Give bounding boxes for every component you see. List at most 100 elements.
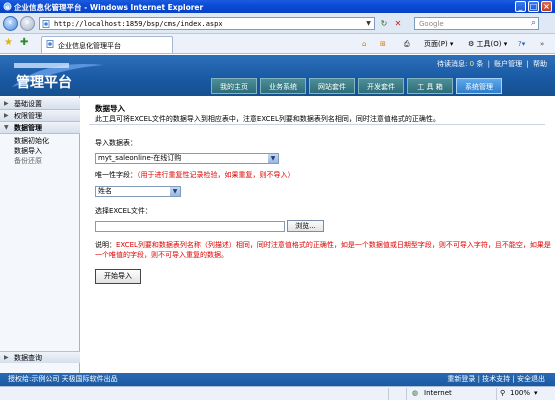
sidebar-section-basic[interactable]: ▶ 基础设置 <box>0 98 80 110</box>
home-icon[interactable]: ⌂ <box>362 38 366 50</box>
page-menu[interactable]: 页面(P) ▾ <box>424 38 453 50</box>
footer-copyright: 授权给:示例公司 天极国际软件出品 <box>8 375 118 383</box>
unread-label: 待读消息: <box>437 60 468 68</box>
sidebar-section-query[interactable]: ▶ 数据查询 <box>0 351 80 363</box>
chevron-down-icon[interactable]: ▼ <box>170 187 180 196</box>
table-label: 导入数据表： <box>95 139 137 147</box>
back-button[interactable]: ‹ <box>3 16 18 31</box>
unread-count[interactable]: 0 <box>470 60 474 68</box>
file-path-input[interactable] <box>95 221 285 232</box>
search-icon[interactable]: ⌕ <box>531 18 536 28</box>
search-input[interactable]: Google ⌕ <box>414 17 539 30</box>
table-select-value: myt_saleonline-在线订购 <box>98 154 182 162</box>
page-title: 数据导入 <box>95 104 125 113</box>
app-footer: 授权给:示例公司 天极国际软件出品 重新登录 | 技术支持 | 安全退出 <box>0 373 555 386</box>
file-label: 选择EXCEL文件： <box>95 207 152 215</box>
sidebar-item-init[interactable]: 数据初始化 <box>14 136 49 146</box>
sidebar-section-label: 数据查询 <box>14 354 42 362</box>
sidebar-section-permission[interactable]: ▶ 权限管理 <box>0 110 80 122</box>
feeds-icon[interactable]: ⊞ <box>380 38 386 50</box>
url-field[interactable]: http://localhost:1859/bsp/cms/index.aspx… <box>39 17 375 30</box>
nav-tab-toolbox[interactable]: 工 具 箱 <box>407 78 453 94</box>
zoom-level[interactable]: 100% <box>510 387 530 400</box>
page-description: 此工具可将EXCEL文件的数据导入到相应表中，注意EXCEL列要和数据表列名相同… <box>95 115 440 123</box>
caret-right-icon: ▶ <box>4 354 9 361</box>
account-link[interactable]: 账户管理 <box>494 60 522 68</box>
import-note: 说明：EXCEL列要和数据表列名称（列描述）相同，同时注意值格式的正确性，如是一… <box>95 240 555 260</box>
zoom-icon[interactable]: ⚲ <box>500 387 505 400</box>
start-import-button[interactable]: 开始导入 <box>95 269 141 284</box>
status-divider <box>496 388 497 400</box>
logo-text: 管理平台 <box>16 74 72 91</box>
unique-field-select[interactable]: 姓名 ▼ <box>95 186 181 197</box>
close-window-button[interactable]: × <box>541 1 552 12</box>
unique-field-label-text: 唯一性字段： <box>95 171 137 179</box>
stop-icon[interactable]: ✕ <box>392 17 404 30</box>
note-text: EXCEL列要和数据表列名称（列描述）相同，同时注意值格式的正确性，如是一个数据… <box>95 241 551 259</box>
divider <box>89 124 545 125</box>
separator: | <box>526 60 529 68</box>
app-header: 管理平台 待读消息: 0 条 | 账户管理 | 帮助 我的主页 业务系统 网站套… <box>0 55 555 96</box>
refresh-icon[interactable]: ↻ <box>378 17 390 30</box>
address-bar: ‹ › http://localhost:1859/bsp/cms/index.… <box>0 13 555 34</box>
globe-icon: ◍ <box>412 389 419 397</box>
add-favorite-icon[interactable]: ✚ <box>20 37 28 49</box>
print-icon[interactable]: ⎙ <box>404 38 410 50</box>
table-select[interactable]: myt_saleonline-在线订购 ▼ <box>95 153 279 164</box>
status-divider <box>388 388 389 400</box>
favorites-star-icon[interactable]: ★ <box>4 37 13 49</box>
unique-field-select-value: 姓名 <box>98 187 112 195</box>
unique-field-hint: （用于进行重复性记录检验，如果重复，则不导入） <box>137 171 295 179</box>
nav-tab-business[interactable]: 业务系统 <box>260 78 306 94</box>
sidebar-item-backup[interactable]: 备份还原 <box>14 156 42 166</box>
unread-unit: 条 <box>476 60 484 68</box>
chevron-down-icon[interactable]: ▼ <box>268 154 278 163</box>
status-bar: ◍ Internet ⚲ 100% ▾ <box>0 386 555 400</box>
gear-icon: ⚙ <box>468 40 475 48</box>
browse-button[interactable]: 浏览... <box>287 220 324 232</box>
window-titlebar: e 企业信息化管理平台 - Windows Internet Explorer … <box>0 0 555 13</box>
sidebar: ▶ 基础设置 ▶ 权限管理 ▼ 数据管理 数据初始化 数据导入 备份还原 ▶ 数… <box>0 96 80 386</box>
minimize-button[interactable]: _ <box>515 1 526 12</box>
nav-tab-home[interactable]: 我的主页 <box>211 78 257 94</box>
user-bar: 待读消息: 0 条 | 账户管理 | 帮助 <box>437 59 547 69</box>
sidebar-section-data[interactable]: ▼ 数据管理 <box>0 122 80 134</box>
nav-tab-system[interactable]: 系统管理 <box>456 78 502 94</box>
sidebar-section-label: 权限管理 <box>14 112 42 120</box>
nav-tab-dev[interactable]: 开发套件 <box>358 78 404 94</box>
tab-title: 企业信息化管理平台 <box>58 42 121 50</box>
sidebar-item-import[interactable]: 数据导入 <box>14 146 42 156</box>
zone-label: Internet <box>424 389 452 397</box>
more-icon[interactable]: » <box>540 38 544 50</box>
unique-field-label: 唯一性字段：（用于进行重复性记录检验，如果重复，则不导入） <box>95 170 295 180</box>
help-link[interactable]: 帮助 <box>533 60 547 68</box>
tools-menu[interactable]: ⚙ 工具(O) ▾ <box>468 38 507 50</box>
caret-down-icon: ▼ <box>4 124 9 131</box>
tools-menu-label: 工具(O) <box>476 40 502 48</box>
nav-tab-website[interactable]: 网站套件 <box>309 78 355 94</box>
sidebar-section-label: 数据管理 <box>14 124 42 132</box>
main-content: 数据导入 此工具可将EXCEL文件的数据导入到相应表中，注意EXCEL列要和数据… <box>81 96 555 376</box>
separator: | <box>487 60 490 68</box>
tab-current[interactable]: 企业信息化管理平台 <box>41 36 173 53</box>
help-icon[interactable]: ?▾ <box>518 38 525 50</box>
footer-links[interactable]: 重新登录 | 技术支持 | 安全退出 <box>447 373 545 386</box>
chevron-down-icon[interactable]: ▼ <box>364 19 373 28</box>
maximize-button[interactable]: □ <box>528 1 539 12</box>
caret-right-icon: ▶ <box>4 112 9 119</box>
app-logo: 管理平台 <box>12 63 104 91</box>
search-placeholder: Google <box>419 20 444 28</box>
chevron-down-icon[interactable]: ▾ <box>534 387 538 400</box>
window-title: 企业信息化管理平台 - Windows Internet Explorer <box>14 3 204 12</box>
page-icon <box>46 40 54 48</box>
status-divider <box>406 388 407 400</box>
tab-toolbar: ★ ✚ 企业信息化管理平台 ⌂ ⊞ ⎙ 页面(P) ▾ ⚙ 工具(O) ▾ ?▾… <box>0 34 555 54</box>
caret-right-icon: ▶ <box>4 100 9 107</box>
web-page: 管理平台 待读消息: 0 条 | 账户管理 | 帮助 我的主页 业务系统 网站套… <box>0 55 555 386</box>
url-text: http://localhost:1859/bsp/cms/index.aspx <box>54 20 223 28</box>
forward-button[interactable]: › <box>20 16 35 31</box>
svg-text:e: e <box>5 4 9 11</box>
sidebar-section-label: 基础设置 <box>14 100 42 108</box>
page-menu-label: 页面(P) <box>424 40 448 48</box>
ie-logo-icon: e <box>3 2 12 11</box>
